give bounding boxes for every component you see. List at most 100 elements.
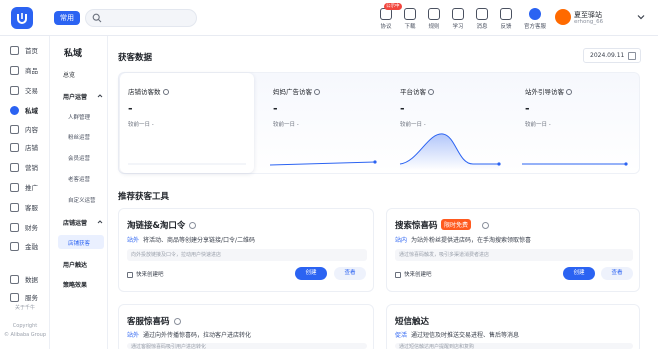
tool-card-desc: 站外 通过向外传播惊喜码，拉动客户进店转化 bbox=[127, 330, 251, 339]
rail-item-home[interactable]: 首页 bbox=[0, 43, 50, 57]
rail-item-store[interactable]: 店铺 bbox=[0, 140, 50, 154]
rail-item-orders[interactable]: 交易 bbox=[0, 83, 50, 97]
tool-official-service[interactable]: 官方客服 bbox=[518, 3, 552, 33]
headset-icon bbox=[10, 202, 19, 212]
help-icon[interactable] bbox=[566, 89, 572, 95]
tool-messages[interactable]: 消息 bbox=[470, 3, 494, 33]
tool-card-title: 淘链接&淘口令 bbox=[127, 219, 197, 231]
rail-item-label: 商品 bbox=[25, 67, 38, 75]
rail-item-services[interactable]: 服务 bbox=[0, 292, 50, 302]
rail-item-content[interactable]: 内容 bbox=[0, 122, 50, 136]
help-icon[interactable] bbox=[189, 222, 197, 229]
help-icon[interactable] bbox=[482, 222, 489, 229]
tool-download[interactable]: 下载 bbox=[398, 3, 422, 33]
desc-text: 将活动、商品等创建分享链接/口令/二维码 bbox=[143, 237, 256, 244]
help-icon[interactable] bbox=[162, 89, 169, 95]
metric-value: - bbox=[128, 102, 133, 115]
sidebar-item-strategy-effect[interactable]: 策略效果 bbox=[63, 280, 87, 289]
sidebar-title: 私域 bbox=[64, 49, 83, 59]
rail-item-promotion[interactable]: 推广 bbox=[0, 180, 50, 194]
tool-label: 反馈 bbox=[500, 24, 512, 30]
tool-card-title-text: 淘链接&淘口令 bbox=[127, 221, 186, 231]
sidebar-item-overview[interactable]: 总览 bbox=[63, 70, 75, 79]
chevron-up-icon[interactable] bbox=[97, 93, 103, 99]
sidebar-item-store-acquisition[interactable]: 店铺获客 bbox=[68, 239, 90, 247]
header-toolbar: 公示中 协议 下载 规则 学习 消息 反馈 官方客服 bbox=[374, 3, 552, 33]
tool-card-title-text: 客服惊喜码 bbox=[127, 317, 170, 327]
metric-value: - bbox=[273, 102, 278, 115]
date-picker[interactable]: 2024.09.11 bbox=[583, 48, 641, 63]
about-qianniu-link[interactable]: 关于千牛 bbox=[0, 304, 50, 311]
sidebar-group-user-ops[interactable]: 用户运营 bbox=[63, 92, 87, 101]
scope-label: 促活 bbox=[395, 332, 408, 339]
rail-item-label: 首页 bbox=[25, 47, 38, 55]
quick-create-icon bbox=[127, 271, 133, 278]
tool-label: 学习 bbox=[452, 24, 464, 30]
tool-label: 规则 bbox=[428, 24, 440, 30]
tool-agreement[interactable]: 公示中 协议 bbox=[374, 3, 402, 33]
sidebar-item-members[interactable]: 会员运营 bbox=[68, 154, 90, 162]
rail-item-data[interactable]: 数据 bbox=[0, 272, 50, 286]
logo-icon bbox=[17, 13, 27, 24]
tool-learn[interactable]: 学习 bbox=[446, 3, 470, 33]
sidebar-item-crowd[interactable]: 人群管理 bbox=[68, 113, 90, 121]
scope-label: 站内 bbox=[395, 237, 408, 244]
common-nav-pill[interactable]: 常用 bbox=[54, 11, 80, 25]
sidebar-item-fans[interactable]: 粉丝运营 bbox=[68, 133, 90, 141]
tool-card-title: 客服惊喜码 bbox=[127, 315, 181, 327]
quick-create[interactable]: 快来创建吧 bbox=[127, 270, 164, 278]
create-button[interactable]: 创建 bbox=[295, 267, 327, 280]
metric-label: 站外引导访客 bbox=[525, 86, 572, 96]
quick-create-text: 快来创建吧 bbox=[136, 272, 164, 278]
acquisition-data-title: 获客数据 bbox=[118, 53, 153, 63]
view-button[interactable]: 查看 bbox=[601, 267, 633, 280]
content-icon bbox=[10, 124, 19, 134]
promotion-icon bbox=[10, 182, 19, 192]
rail-item-label: 客服 bbox=[25, 204, 38, 212]
view-button[interactable]: 查看 bbox=[334, 267, 366, 280]
tool-label: 协议 bbox=[380, 24, 392, 30]
sidebar-item-old-customers[interactable]: 老客运营 bbox=[68, 175, 90, 183]
rail-item-marketing[interactable]: 营销 bbox=[0, 160, 50, 174]
search-icon bbox=[92, 13, 102, 23]
desc-text: 为站外粉丝提供进店码，在手淘搜索领取惊喜 bbox=[411, 237, 532, 244]
rail-item-private-domain[interactable]: 私域 bbox=[0, 103, 50, 117]
tool-card-hint: 通过客服惊喜码吸引用户进店转化 bbox=[127, 343, 367, 349]
rail-item-financing[interactable]: 金融 bbox=[0, 239, 50, 253]
help-icon[interactable] bbox=[173, 318, 181, 325]
home-icon bbox=[10, 45, 19, 55]
rail-item-label: 交易 bbox=[25, 87, 38, 95]
secondary-sidebar: 私域 总览 用户运营 人群管理 粉丝运营 会员运营 老客运营 自定义运营 店铺运… bbox=[50, 36, 108, 349]
rail-item-customer-service[interactable]: 客服 bbox=[0, 200, 50, 214]
create-button[interactable]: 创建 bbox=[563, 267, 595, 280]
tool-card-desc: 站外 将活动、商品等创建分享链接/口令/二维码 bbox=[127, 235, 255, 244]
help-icon[interactable] bbox=[428, 89, 434, 95]
rail-item-finance[interactable]: 财务 bbox=[0, 220, 50, 234]
shop-account: erhong_66 bbox=[574, 19, 604, 25]
chevron-down-icon[interactable] bbox=[636, 12, 646, 22]
sidebar-group-store-ops[interactable]: 店铺运营 bbox=[63, 218, 87, 227]
feedback-icon bbox=[500, 8, 512, 20]
metric-compare: 较前一日 - bbox=[128, 122, 154, 128]
date-value: 2024.09.11 bbox=[590, 52, 625, 59]
rail-item-products[interactable]: 商品 bbox=[0, 63, 50, 77]
search-input[interactable] bbox=[85, 9, 197, 27]
tool-card-hint: 向外投放链接及口令，拉动用户快速进店 bbox=[127, 249, 367, 261]
tool-card-desc: 促活 通过短信及时推送交易进程、售后等消息 bbox=[395, 330, 519, 339]
quick-create[interactable]: 快来创建吧 bbox=[395, 270, 432, 278]
sidebar-item-user-reach[interactable]: 用户触达 bbox=[63, 260, 87, 269]
scope-label: 站外 bbox=[127, 332, 140, 339]
top-bar: 常用 公示中 协议 下载 规则 学习 消息 反馈 官方客服 夏至驿站 erhon… bbox=[0, 0, 658, 36]
metric-label-text: 站外引导访客 bbox=[525, 88, 564, 96]
limited-free-tag: 限时免费 bbox=[441, 219, 472, 230]
tool-feedback[interactable]: 反馈 bbox=[494, 3, 518, 33]
shop-avatar[interactable] bbox=[555, 9, 571, 25]
sidebar-item-custom-ops[interactable]: 自定义运营 bbox=[68, 196, 96, 204]
metric-compare: 较前一日 - bbox=[400, 122, 426, 128]
rail-item-label: 推广 bbox=[25, 184, 38, 192]
learn-icon bbox=[452, 8, 464, 20]
tool-rules[interactable]: 规则 bbox=[422, 3, 446, 33]
qianniu-logo[interactable] bbox=[11, 7, 33, 29]
help-icon[interactable] bbox=[314, 89, 320, 95]
chevron-up-icon[interactable] bbox=[97, 219, 103, 225]
